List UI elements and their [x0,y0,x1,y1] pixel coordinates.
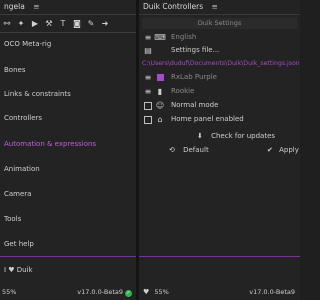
left-panel: ngela ≡ ⚯ ✦ ▶ ⚒ T ◙ ✎ ➜ OCO Meta-rig Bon… [0,0,137,300]
play-icon[interactable]: ▶ [30,18,40,28]
right-progress-text: 55% [154,288,169,296]
nav-item-camera[interactable]: Camera [4,188,31,200]
level-row[interactable]: ≡ ▮ Rookie [142,86,297,97]
camera-icon[interactable]: ◙ [72,18,82,28]
file-icon: ▤ [144,46,152,55]
home-panel-row[interactable]: ⌂ Home panel enabled [142,114,297,125]
nav-item-automation-expressions[interactable]: Automation & expressions [4,138,96,150]
nav-item-bones[interactable]: Bones [4,64,25,76]
left-progress-text: 55% [2,288,17,296]
right-panel: Duik Controllers ≡ Duik Settings ≡ ⌨ Eng… [139,0,300,300]
right-panel-title: Duik Controllers ≡ [139,0,300,15]
home-panel-label: Home panel enabled [171,115,244,123]
arrow-icon[interactable]: ➜ [100,18,110,28]
checkbox[interactable] [142,115,154,124]
left-version-info: v17.0.0-Beta9 ✓ [77,286,132,298]
apply-label: Apply [279,146,299,154]
nav-item-i-love-duik[interactable]: I ♥ Duik [4,264,33,276]
nav-item-animation[interactable]: Animation [4,163,40,175]
link-icon[interactable]: ⚯ [2,18,12,28]
apply-button[interactable]: ✔ Apply [267,144,299,156]
settings-file-button[interactable]: Settings file... [171,45,219,56]
right-status-bar: ♥ 55% v17.0.0-Beta9 [139,286,300,298]
level-value[interactable]: Rookie [171,86,194,97]
nav-item-get-help[interactable]: Get help [4,238,34,250]
toolbar-separator [0,32,137,33]
heart-icon: ♥ [143,288,150,296]
nav-item-links-constraints[interactable]: Links & constraints [4,88,71,100]
home-icon: ⌂ [157,115,163,124]
progress-bar [139,256,300,257]
hammer-icon[interactable]: ⚒ [44,18,54,28]
check-updates-button[interactable]: ⬇ Check for updates [197,130,275,142]
settings-file-row[interactable]: ▤ Settings file... [142,45,297,56]
language-value[interactable]: English [171,32,196,43]
right-panel-title-text: Duik Controllers [143,2,204,11]
brush-icon[interactable]: ✎ [86,18,96,28]
progress-bar [0,256,137,257]
nav-item-meta-rig[interactable]: OCO Meta-rig [4,38,51,50]
color-theme-value[interactable]: RxLab Purple [171,72,217,83]
check-updates-label: Check for updates [211,132,276,140]
menu-icon: ≡ [144,73,152,82]
normal-mode-row[interactable]: ☺ Normal mode [142,100,297,111]
panel-menu-icon[interactable]: ≡ [212,2,218,11]
left-panel-title: ngela ≡ [0,0,137,15]
nav-item-controllers[interactable]: Controllers [4,112,42,124]
section-header: Duik Settings [142,18,297,29]
normal-mode-label: Normal mode [171,101,219,109]
bone-icon[interactable]: ✦ [16,18,26,28]
color-theme-row[interactable]: ≡ RxLab Purple [142,72,297,83]
person-icon: ☺ [155,101,165,110]
right-version-text: v17.0.0-Beta9 [249,288,295,296]
download-icon: ⬇ [197,132,203,140]
left-panel-title-text: ngela [4,2,25,11]
checkbox[interactable] [142,101,154,110]
panel-menu-icon[interactable]: ≡ [33,2,39,11]
apply-icon: ✔ [267,146,273,154]
left-version-text: v17.0.0-Beta9 [77,288,123,296]
toolbar: ⚯ ✦ ▶ ⚒ T ◙ ✎ ➜ [2,16,110,30]
nav-item-tools[interactable]: Tools [4,213,21,225]
default-label: Default [183,146,209,154]
menu-icon: ≡ [144,33,152,42]
language-row[interactable]: ≡ ⌨ English [142,32,297,43]
language-icon: ⌨ [154,33,166,42]
menu-icon: ≡ [144,87,152,96]
checkmark-icon: ✓ [125,290,132,297]
default-button[interactable]: ⟲ Default [169,144,209,156]
reset-icon: ⟲ [169,146,175,154]
settings-path: C:\Users\duduf\Documents\Duik\Duik_setti… [142,60,300,67]
level-icon: ▮ [157,87,163,96]
color-swatch-icon [154,74,166,81]
text-icon[interactable]: T [58,18,68,28]
left-status-bar: 55% v17.0.0-Beta9 ✓ [0,286,137,298]
